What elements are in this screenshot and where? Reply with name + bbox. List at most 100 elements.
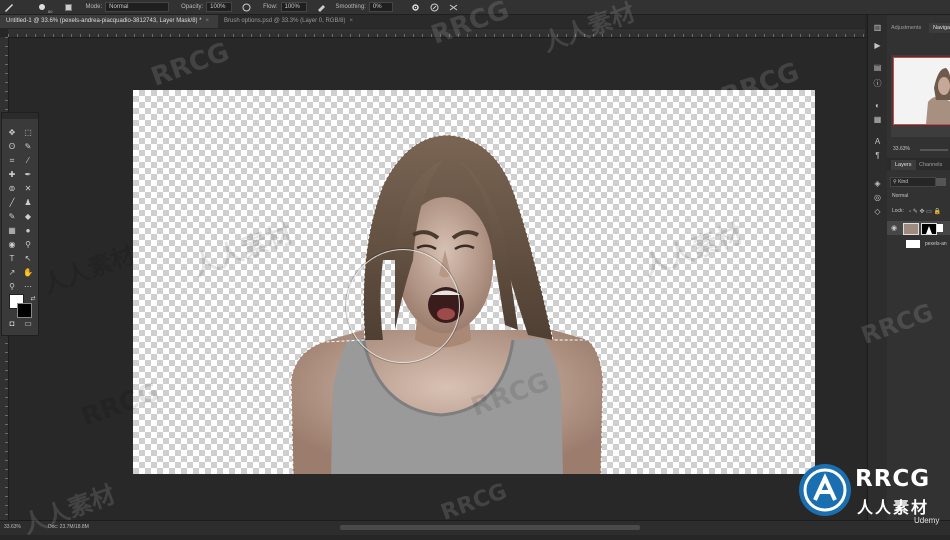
tab-title: Untitled-1 @ 33.6% (pexels-andrea-piacqu… [6, 18, 202, 24]
navigator-preview[interactable] [891, 55, 950, 137]
tab-untitled-1[interactable]: Untitled-1 @ 33.6% (pexels-andrea-piacqu… [0, 15, 218, 28]
mask-link-icon[interactable] [937, 224, 943, 232]
eraser-tool-icon[interactable]: ╱ [5, 197, 19, 208]
paths-icon[interactable]: ◇ [872, 207, 883, 217]
flow-input[interactable]: 100% [280, 2, 307, 12]
symmetry-icon[interactable] [449, 3, 458, 12]
layer-mask-thumbnail[interactable] [921, 223, 937, 235]
quick-select-tool-icon[interactable]: ✎ [21, 141, 35, 152]
gradient-tool-icon[interactable]: ▦ [5, 225, 19, 236]
direct-select-icon[interactable]: ↗ [5, 267, 19, 278]
toolbar-grip[interactable] [2, 113, 38, 119]
type-tool-icon[interactable]: T [5, 253, 19, 264]
tools-panel: ✥ ⬚ ʘ ✎ ⌗ ⁄ ✚ ✒ ⊚ ✕ ╱ ♟ ✎ ◆ ▦ ● ◉ ⚲ T ↖ … [1, 112, 39, 336]
filter-toggle-icon[interactable] [936, 178, 946, 186]
pressure-size-icon[interactable] [430, 3, 439, 12]
smoothing-options-gear-icon[interactable] [411, 3, 420, 12]
lasso-tool-icon[interactable]: ʘ [5, 141, 19, 152]
flow-label: Flow: [263, 4, 278, 10]
play-actions-icon[interactable]: ▶ [872, 41, 883, 51]
dodge-tool-icon[interactable]: ◉ [5, 239, 19, 250]
eyedropper-tool-icon[interactable]: ⁄ [21, 155, 35, 166]
rrcg-logo: RRCG 人人素材 [795, 460, 945, 520]
more-tools-icon[interactable]: ⋯ [21, 281, 35, 292]
smoothing-label: Smoothing: [335, 4, 366, 10]
hand-tool-icon[interactable]: ✋ [21, 267, 35, 278]
tab-brush-options[interactable]: Brush options.psd @ 33.3% (Layer 0, RGB/… [218, 15, 370, 28]
swatches-icon[interactable]: ▦ [872, 115, 883, 125]
layer-name: pexels-an [925, 241, 947, 247]
kind-label: Kind [898, 179, 909, 185]
history-brush-icon[interactable]: ✕ [21, 183, 35, 194]
move-tool-icon[interactable]: ✥ [5, 127, 19, 138]
brush-tool-icon[interactable] [4, 3, 13, 12]
options-bar: 60 Mode: Normal Opacity: 100% Flow: 100%… [0, 0, 950, 15]
blur-tool-icon[interactable]: ● [21, 225, 35, 236]
brush-size-value: 60 [48, 8, 53, 14]
tab-layers[interactable]: Layers [891, 160, 916, 170]
opacity-label: Opacity: [181, 4, 204, 10]
opacity-input[interactable]: 100% [206, 2, 233, 12]
status-bar: 33.63% Doc: 23.7M/18.8M [0, 520, 950, 535]
horizontal-ruler[interactable] [8, 29, 865, 38]
document-tab-bar: Untitled-1 @ 33.6% (pexels-andrea-piacqu… [0, 15, 865, 28]
layer-thumbnail[interactable] [906, 240, 920, 248]
healing-brush-icon[interactable]: ✚ [5, 169, 19, 180]
document-icon[interactable]: ▤ [872, 63, 883, 73]
background-color-swatch[interactable] [17, 303, 32, 318]
crop-tool-icon[interactable]: ⌗ [5, 155, 19, 166]
mode-label: Mode: [85, 4, 103, 10]
layers-icon[interactable]: ◈ [872, 179, 883, 189]
layer-thumbnail[interactable] [903, 223, 919, 235]
brush-settings-icon[interactable] [64, 3, 73, 12]
eraser-alt-icon[interactable]: ◆ [21, 211, 35, 222]
close-icon[interactable]: × [349, 18, 353, 24]
screen-mode-icon[interactable]: ▭ [21, 318, 35, 329]
stamp-tool-icon[interactable]: ⊚ [5, 183, 19, 194]
brush-alt-icon[interactable]: ✎ [5, 211, 19, 222]
blend-mode-select[interactable]: Normal [890, 192, 934, 200]
status-zoom[interactable]: 33.63% [4, 524, 21, 530]
navigator-view-box[interactable] [893, 57, 950, 125]
brush-preset-picker[interactable]: 60 [39, 4, 52, 14]
status-doc-info[interactable]: Doc: 23.7M/18.8M [48, 524, 89, 530]
brush-tool-icon[interactable]: ✒ [21, 169, 35, 180]
zoom-tool-icon[interactable]: ⚲ [5, 281, 19, 292]
document-canvas[interactable] [133, 90, 815, 474]
layer-row-background[interactable]: pexels-an [887, 237, 950, 251]
logo-title: RRCG [855, 466, 931, 492]
path-select-icon[interactable]: ↖ [21, 253, 35, 264]
photo-subject-layer [290, 134, 604, 474]
history-icon[interactable]: ▥ [872, 23, 883, 33]
logo-subtitle: 人人素材 [857, 498, 930, 517]
sponge-tool-icon[interactable]: ⚲ [21, 239, 35, 250]
quick-mask-icon[interactable]: ◘ [5, 318, 19, 329]
horizontal-scrollbar[interactable] [340, 525, 640, 530]
marquee-tool-icon[interactable]: ⬚ [21, 127, 35, 138]
brush-dot-icon [39, 4, 45, 10]
smoothing-input[interactable]: 0% [368, 2, 393, 12]
swap-colors-icon[interactable]: ⇄ [26, 294, 40, 305]
character-icon[interactable]: A [872, 137, 883, 147]
pressure-opacity-icon[interactable] [242, 3, 251, 12]
info-icon[interactable]: ⓘ [872, 79, 883, 89]
layer-row-masked[interactable]: ◉ [887, 221, 950, 235]
paragraph-icon[interactable]: ¶ [872, 151, 883, 161]
close-icon[interactable]: × [206, 18, 210, 24]
channels-icon[interactable]: ◎ [872, 193, 883, 203]
eye-icon[interactable]: ◉ [891, 224, 897, 232]
tab-channels[interactable]: Channels [915, 160, 946, 170]
airbrush-icon[interactable] [317, 3, 326, 12]
tab-title: Brush options.psd @ 33.3% (Layer 0, RGB/… [224, 18, 346, 24]
tab-adjustments[interactable]: Adjustments [887, 23, 925, 33]
navigator-zoom-slider[interactable] [920, 149, 948, 151]
color-icon[interactable]: ◐ [872, 101, 883, 111]
right-panel: Adjustments Navigator 33.63% Layers Chan… [887, 15, 950, 520]
navigator-zoom[interactable]: 33.63% [891, 145, 921, 153]
pen-icon[interactable]: ♟ [21, 197, 35, 208]
tab-navigator[interactable]: Navigator [929, 23, 950, 33]
lock-icons[interactable]: ▫ ✎ ✥ ▭ 🔒 [909, 208, 941, 215]
navigator-thumbnail [894, 58, 950, 124]
mode-select[interactable]: Normal [105, 2, 170, 12]
layer-filter-kind[interactable]: ⚲ Kind [890, 177, 936, 187]
